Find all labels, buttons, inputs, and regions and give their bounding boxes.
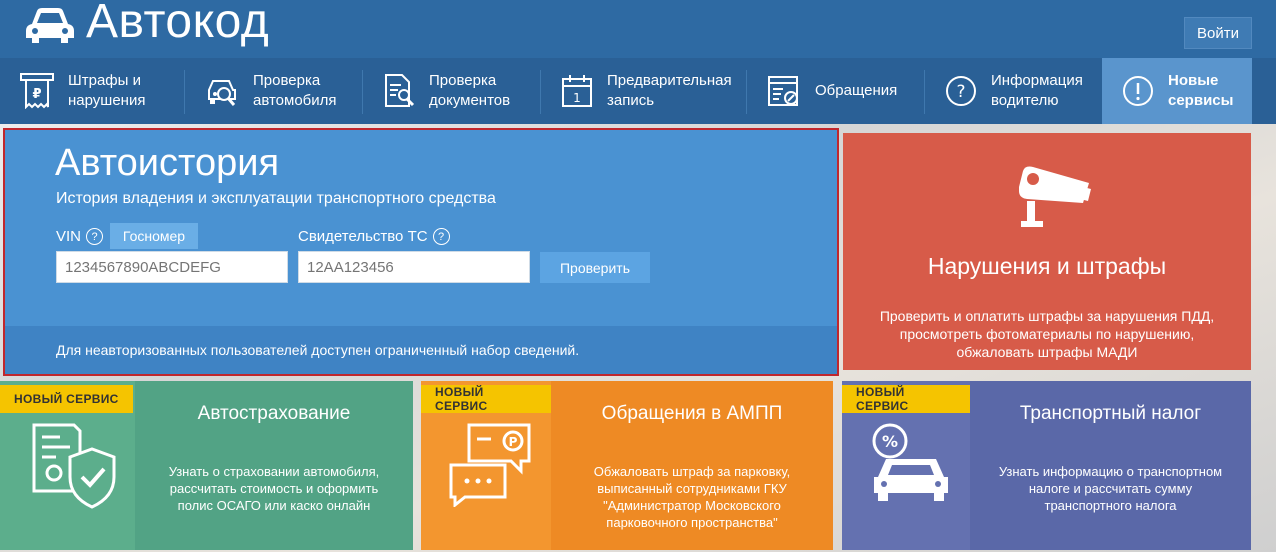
new-service-badge: НОВЫЙ СЕРВИС (842, 385, 970, 413)
nav-label-driver-info: Информация водителю (991, 72, 1083, 109)
nav-item-new-services[interactable]: Новые сервисы (1102, 58, 1252, 124)
car-logo-icon[interactable] (24, 6, 76, 46)
new-service-badge: НОВЫЙ СЕРВИС (0, 385, 133, 413)
tax-card[interactable]: % НОВЫЙ СЕРВИС Транспортный налог Узнать… (842, 381, 1251, 550)
nav-item-fines[interactable]: ₽ Штрафы и нарушения (0, 58, 185, 124)
violations-description: Проверить и оплатить штрафы за нарушения… (879, 308, 1215, 360)
ampp-title: Обращения в АМПП (601, 403, 783, 424)
tax-description: Узнать информацию о транспортном налоге … (998, 464, 1223, 513)
insurance-card[interactable]: НОВЫЙ СЕРВИС Автострахование Узнать о ст… (0, 381, 413, 550)
exclamation-icon (1123, 76, 1153, 106)
insurance-description: Узнать о страховании автомобиля, рассчит… (168, 464, 380, 513)
nav-item-doc-check[interactable]: Проверка документов (363, 58, 541, 124)
tax-title: Транспортный налог (1019, 403, 1202, 424)
ampp-description: Обжаловать штраф за парковку, выписанный… (593, 464, 791, 530)
violations-title: Нарушения и штрафы (927, 253, 1167, 279)
autohistory-title: Автоистория (55, 142, 280, 184)
insurance-title: Автострахование (197, 403, 351, 424)
car-tax-icon: % (872, 423, 948, 501)
traffic-camera-icon (1019, 166, 1091, 227)
fine-receipt-icon: ₽ (20, 73, 54, 109)
main-nav: ₽ Штрафы и нарушения Проверка автомобиля… (0, 58, 1276, 124)
document-search-icon (385, 74, 415, 107)
gosnomer-tab[interactable]: Госномер (110, 223, 198, 249)
appeal-form-icon (768, 76, 798, 106)
ampp-card[interactable]: P НОВЫЙ СЕРВИС Обращения в АМПП Обжалова… (421, 381, 833, 550)
cert-label: Свидетельство ТС ? (298, 228, 450, 245)
nav-item-driver-info[interactable]: ? Информация водителю (925, 58, 1102, 124)
calendar-icon: 1 (562, 75, 592, 107)
nav-label-fines: Штрафы и нарушения (68, 72, 146, 109)
nav-item-appointment[interactable]: 1 Предварительная запись (541, 58, 747, 124)
nav-label-appeals: Обращения (815, 82, 898, 99)
cert-help-icon[interactable]: ? (432, 228, 450, 245)
nav-item-car-check[interactable]: Проверка автомобиля (185, 58, 363, 124)
svg-text:?: ? (956, 82, 965, 102)
nav-label-doc-check: Проверка документов (429, 72, 511, 109)
svg-text:1: 1 (573, 91, 581, 105)
question-icon: ? (946, 76, 976, 106)
autohistory-footer-note: Для неавторизованных пользователей досту… (5, 326, 837, 374)
new-service-badge: НОВЫЙ СЕРВИС (421, 385, 551, 413)
autohistory-panel: Автоистория История владения и эксплуата… (3, 128, 839, 376)
nav-label-appointment: Предварительная запись (607, 72, 732, 109)
car-search-icon (208, 80, 236, 106)
insurance-shield-icon (32, 423, 116, 509)
vin-help-icon[interactable]: ? (86, 228, 104, 245)
parking-chat-icon: P (449, 423, 531, 507)
nav-item-appeals[interactable]: Обращения (747, 58, 925, 124)
login-button[interactable]: Войти (1184, 17, 1252, 49)
nav-label-new-services: Новые сервисы (1168, 72, 1234, 109)
svg-text:₽: ₽ (32, 87, 41, 102)
vin-label: VIN ? (56, 228, 104, 245)
vin-input[interactable] (56, 251, 288, 283)
top-header: Автокод Войти (0, 0, 1276, 58)
violations-card[interactable]: Нарушения и штрафы Проверить и оплатить … (843, 133, 1251, 370)
autohistory-subtitle: История владения и эксплуатации транспор… (56, 190, 496, 207)
svg-text:P: P (509, 435, 518, 449)
nav-label-car-check: Проверка автомобиля (253, 72, 337, 109)
cert-input[interactable] (298, 251, 530, 283)
brand-title[interactable]: Автокод (86, 0, 269, 49)
check-button[interactable]: Проверить (540, 252, 650, 283)
svg-text:%: % (882, 432, 898, 451)
